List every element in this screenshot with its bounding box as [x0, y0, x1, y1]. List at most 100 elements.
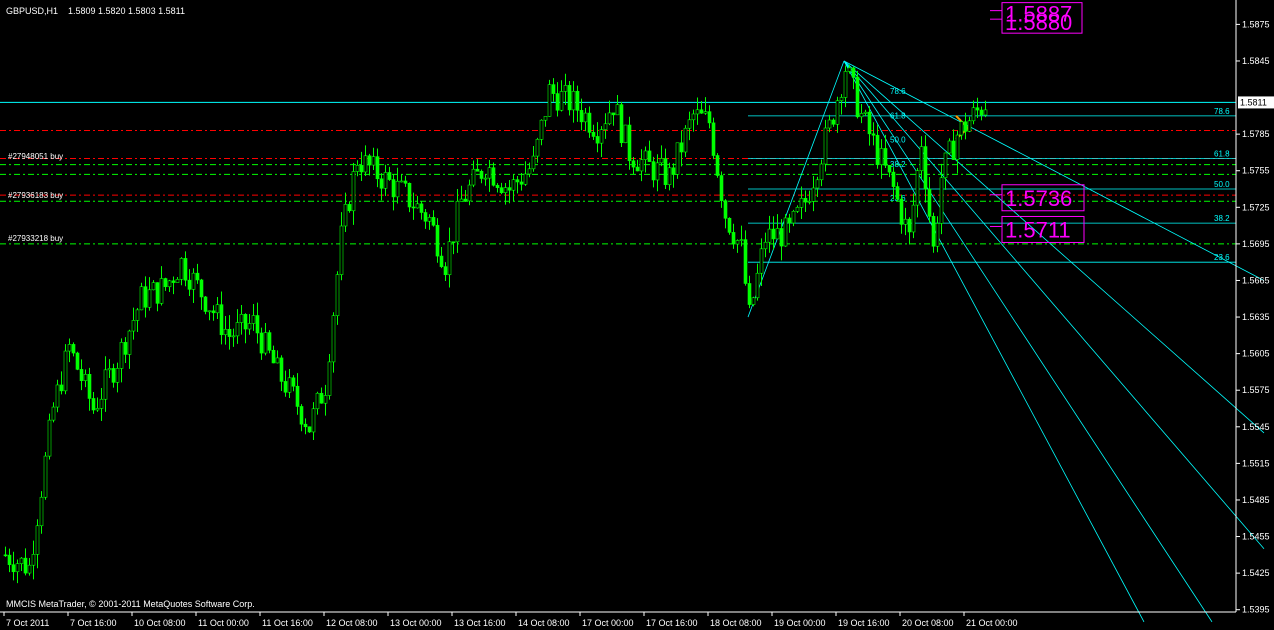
candle-body — [923, 146, 928, 190]
candle-body — [243, 314, 248, 330]
candle-body — [571, 90, 576, 111]
candle-body — [727, 217, 732, 233]
candle-body — [399, 180, 404, 183]
candle-body — [499, 187, 504, 193]
time-tick-label: 13 Oct 16:00 — [454, 618, 506, 628]
candle-body — [459, 198, 464, 202]
candle-body — [191, 272, 196, 290]
time-tick-label: 13 Oct 00:00 — [390, 618, 442, 628]
candle-body — [47, 419, 52, 457]
candle-body — [899, 198, 904, 225]
candle-body — [699, 109, 704, 114]
candle-body — [279, 357, 284, 382]
candle-body — [491, 167, 496, 186]
candle-body — [163, 278, 168, 288]
candle-body — [355, 165, 360, 172]
candle-body — [919, 146, 924, 172]
candle-body — [503, 187, 508, 193]
candle-body — [391, 179, 396, 198]
candle-body — [939, 177, 944, 224]
candle-body — [679, 142, 684, 153]
candle-body — [767, 228, 772, 243]
candle-body — [335, 274, 340, 316]
candle-body — [855, 76, 860, 118]
candle-body — [875, 134, 880, 165]
candle-body — [239, 314, 244, 323]
candle-body — [455, 201, 460, 243]
candle-body — [295, 385, 300, 407]
fib-fan-label: 50.0 — [890, 136, 906, 145]
candle-body — [483, 177, 488, 180]
candle-body — [379, 178, 384, 189]
price-tick-label: 1.5755 — [1242, 166, 1270, 176]
candle-body — [719, 175, 724, 201]
candle-body — [11, 564, 16, 573]
candle-body — [91, 398, 96, 411]
candle-body — [179, 258, 184, 280]
candle-body — [275, 357, 280, 364]
candle-body — [707, 111, 712, 124]
candle-body — [627, 124, 632, 162]
price-box-label: 1.5711 — [1005, 217, 1071, 242]
candle-body — [755, 272, 760, 299]
candle-body — [287, 377, 292, 393]
candle-body — [659, 158, 664, 164]
candle-body — [559, 91, 564, 111]
candle-body — [635, 166, 640, 172]
candle-body — [775, 228, 780, 240]
candle-body — [183, 258, 188, 281]
candle-body — [647, 150, 652, 162]
price-chart[interactable]: #27936183 buy#27933218 buy#27948051 buy … — [0, 0, 1274, 630]
candle-body — [171, 280, 176, 283]
candle-body — [67, 344, 72, 352]
candle-body — [731, 232, 736, 245]
price-tick-label: 1.5485 — [1242, 495, 1270, 505]
candle-body — [779, 228, 784, 247]
candle-body — [931, 216, 936, 247]
time-tick-label: 7 Oct 2011 — [6, 618, 49, 628]
candle-body — [471, 168, 476, 186]
candle-body — [307, 426, 312, 433]
time-tick-label: 11 Oct 00:00 — [198, 618, 249, 628]
price-tick-label: 1.5515 — [1242, 458, 1270, 468]
candle-body — [711, 122, 716, 156]
candle-body — [467, 184, 472, 202]
candle-body — [803, 198, 808, 203]
candle-body — [947, 140, 952, 154]
candle-body — [959, 121, 964, 136]
price-tick-label: 1.5455 — [1242, 532, 1270, 542]
candle-body — [907, 218, 912, 233]
candle-body — [351, 171, 356, 212]
candle-body — [511, 179, 516, 191]
candle-body — [743, 239, 748, 284]
candle-body — [227, 328, 232, 337]
price-tick-label: 1.5605 — [1242, 349, 1270, 359]
candle-body — [435, 224, 440, 257]
candle-body — [39, 496, 44, 527]
candle-body — [759, 248, 764, 274]
candle-body — [983, 109, 988, 116]
candle-body — [675, 142, 680, 175]
candle-body — [35, 525, 40, 555]
candle-body — [107, 368, 112, 371]
candle-body — [927, 188, 932, 217]
fib-level-label: 38.2 — [1214, 214, 1230, 223]
candle-body — [127, 330, 132, 355]
candle-body — [219, 304, 224, 336]
candle-body — [27, 564, 32, 574]
candle-body — [3, 554, 8, 557]
candle-body — [599, 129, 604, 144]
candle-body — [299, 406, 304, 425]
candle-body — [943, 152, 948, 179]
candle-body — [643, 150, 648, 160]
candle-body — [739, 239, 744, 241]
candle-body — [15, 563, 20, 573]
candle-body — [395, 180, 400, 198]
candle-body — [303, 423, 308, 428]
candle-body — [339, 225, 344, 275]
time-tick-label: 10 Oct 08:00 — [134, 618, 186, 628]
candle-body — [59, 384, 64, 392]
candle-body — [175, 279, 180, 283]
candle-body — [879, 148, 884, 165]
candle-body — [703, 111, 708, 114]
